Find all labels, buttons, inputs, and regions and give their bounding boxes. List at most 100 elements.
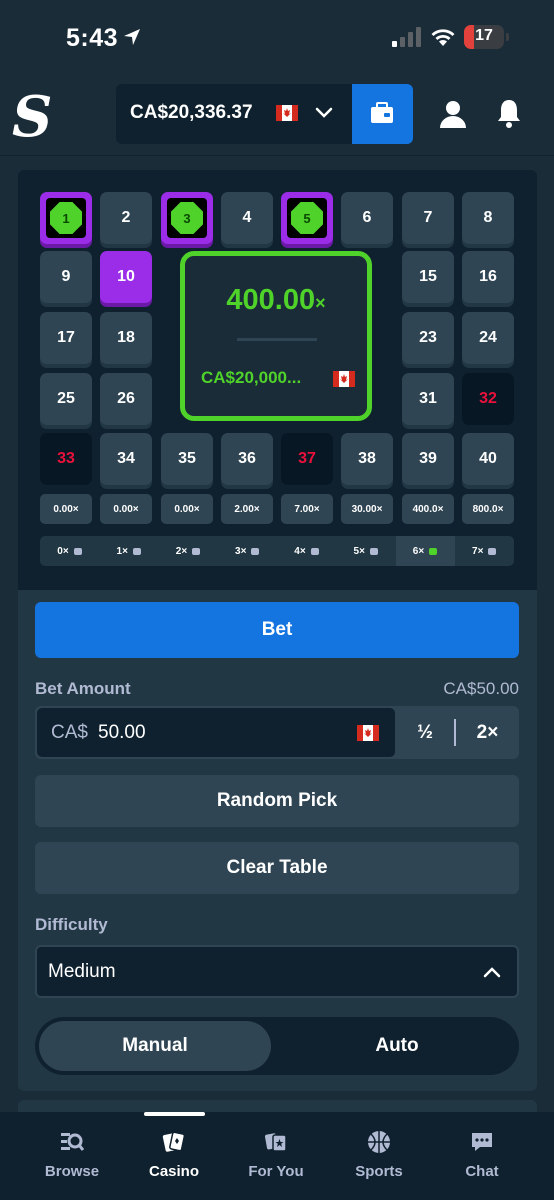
- hit-indicator-icon: [488, 547, 497, 555]
- manual-tab[interactable]: Manual: [39, 1021, 271, 1071]
- nav-label: Casino: [148, 1163, 199, 1180]
- app-header: S CA$20,336.37: [0, 76, 554, 156]
- keno-tile-32[interactable]: 32: [462, 373, 514, 425]
- result-divider: [237, 338, 317, 341]
- result-multiplier: 400.00×: [226, 284, 326, 316]
- chevron-up-icon: [483, 967, 501, 978]
- keno-tile-2[interactable]: 2: [100, 192, 152, 244]
- payout-multiplier: 0.00×: [100, 494, 152, 524]
- payout-multiplier: 400.0×: [402, 494, 454, 524]
- keno-tile-6[interactable]: 6: [341, 192, 393, 244]
- keno-tile-38[interactable]: 38: [341, 433, 393, 485]
- battery-level: 17: [475, 27, 493, 44]
- hits-row: 0× 1× 2× 3× 4× 5× 6× 7×: [40, 536, 514, 566]
- auto-tab[interactable]: Auto: [281, 1021, 513, 1071]
- nav-sports[interactable]: Sports: [329, 1112, 429, 1200]
- keno-tile-17[interactable]: 17: [40, 312, 92, 364]
- hit-count-label: 2×: [175, 545, 188, 557]
- keno-tile-15[interactable]: 15: [402, 251, 454, 303]
- keno-tile-31[interactable]: 31: [402, 373, 454, 425]
- bet-amount-input[interactable]: CA$ 50.00: [37, 708, 395, 757]
- chevron-down-icon: [315, 107, 333, 118]
- keno-tile-5[interactable]: 5: [281, 192, 333, 244]
- hit-count-cell: 7×: [455, 536, 514, 566]
- hit-indicator-icon: [429, 547, 438, 555]
- wallet-button[interactable]: [352, 84, 413, 144]
- nav-label: For You: [248, 1163, 304, 1180]
- keno-tile-24[interactable]: 24: [462, 312, 514, 364]
- random-pick-button[interactable]: Random Pick: [35, 775, 519, 827]
- signal-icon: [392, 27, 421, 47]
- keno-tile-9[interactable]: 9: [40, 251, 92, 303]
- keno-tile-33[interactable]: 33: [40, 433, 92, 485]
- keno-tile-34[interactable]: 34: [100, 433, 152, 485]
- hit-indicator-icon: [310, 547, 319, 555]
- mode-toggle: Manual Auto: [35, 1017, 519, 1075]
- bet-amount-group: CA$ 50.00 ½ 2×: [35, 706, 519, 759]
- gem-icon: 3: [167, 198, 207, 238]
- tile-number: 1: [50, 202, 82, 234]
- keno-tile-8[interactable]: 8: [462, 192, 514, 244]
- bell-icon[interactable]: [496, 98, 522, 128]
- double-bet-button[interactable]: 2×: [456, 706, 519, 759]
- currency-prefix: CA$: [51, 722, 88, 743]
- hit-indicator-icon: [132, 547, 141, 555]
- stake-logo[interactable]: S: [12, 84, 52, 150]
- hit-count-label: 4×: [294, 545, 306, 557]
- tile-number: 5: [291, 202, 323, 234]
- canada-flag-icon: [333, 371, 355, 387]
- keno-tile-36[interactable]: 36: [221, 433, 273, 485]
- controls-panel: Bet Bet Amount CA$50.00 CA$ 50.00 ½ 2× R…: [18, 590, 537, 1091]
- hit-count-cell: 2×: [159, 536, 218, 566]
- browse-icon: [61, 1133, 84, 1151]
- bet-button[interactable]: Bet: [35, 602, 519, 658]
- keno-tile-4[interactable]: 4: [221, 192, 273, 244]
- hit-count-cell: 1×: [99, 536, 158, 566]
- keno-tile-23[interactable]: 23: [402, 312, 454, 364]
- status-time: 5:43: [66, 24, 119, 52]
- bet-amount-value: CA$50.00: [443, 679, 519, 698]
- canada-flag-icon: [276, 105, 298, 121]
- difficulty-label: Difficulty: [35, 915, 108, 934]
- keno-tile-7[interactable]: 7: [402, 192, 454, 244]
- hit-count-cell: 3×: [218, 536, 277, 566]
- balance-selector[interactable]: CA$20,336.37: [116, 84, 352, 144]
- nav-casino[interactable]: Casino: [124, 1112, 224, 1200]
- clear-table-button[interactable]: Clear Table: [35, 842, 519, 894]
- keno-tile-18[interactable]: 18: [100, 312, 152, 364]
- sports-icon: [368, 1131, 390, 1153]
- result-payout: CA$20,000...: [201, 368, 302, 387]
- gem-icon: 5: [287, 198, 327, 238]
- nav-browse[interactable]: Browse: [22, 1112, 122, 1200]
- hit-count-label: 5×: [353, 545, 365, 557]
- chat-icon: [472, 1133, 492, 1151]
- hit-count-label: 6×: [412, 545, 425, 557]
- keno-tile-37[interactable]: 37: [281, 433, 333, 485]
- difficulty-select[interactable]: Medium: [35, 945, 519, 998]
- battery-indicator: 17: [464, 25, 509, 49]
- keno-tile-25[interactable]: 25: [40, 373, 92, 425]
- keno-tile-35[interactable]: 35: [161, 433, 213, 485]
- hit-count-cell: 5×: [336, 536, 395, 566]
- nav-chat[interactable]: Chat: [432, 1112, 532, 1200]
- hit-indicator-icon: [369, 547, 378, 555]
- hit-indicator-icon: [73, 547, 82, 555]
- keno-tile-3[interactable]: 3: [161, 192, 213, 244]
- hit-count-cell: 4×: [277, 536, 336, 566]
- user-icon[interactable]: [439, 100, 467, 128]
- hit-count-label: 1×: [116, 545, 128, 557]
- payout-multiplier: 30.00×: [341, 494, 393, 524]
- hit-indicator-icon: [192, 547, 201, 555]
- keno-tile-1[interactable]: 1: [40, 192, 92, 244]
- keno-tile-10[interactable]: 10: [100, 251, 152, 303]
- nav-for-you[interactable]: For You: [226, 1112, 326, 1200]
- payout-multiplier: 800.0×: [462, 494, 514, 524]
- keno-tile-26[interactable]: 26: [100, 373, 152, 425]
- keno-tile-16[interactable]: 16: [462, 251, 514, 303]
- keno-tile-39[interactable]: 39: [402, 433, 454, 485]
- balance-amount: CA$20,336.37: [130, 102, 253, 123]
- hit-count-label: 7×: [472, 545, 484, 557]
- nav-label: Chat: [465, 1163, 499, 1180]
- half-bet-button[interactable]: ½: [395, 706, 455, 759]
- keno-tile-40[interactable]: 40: [462, 433, 514, 485]
